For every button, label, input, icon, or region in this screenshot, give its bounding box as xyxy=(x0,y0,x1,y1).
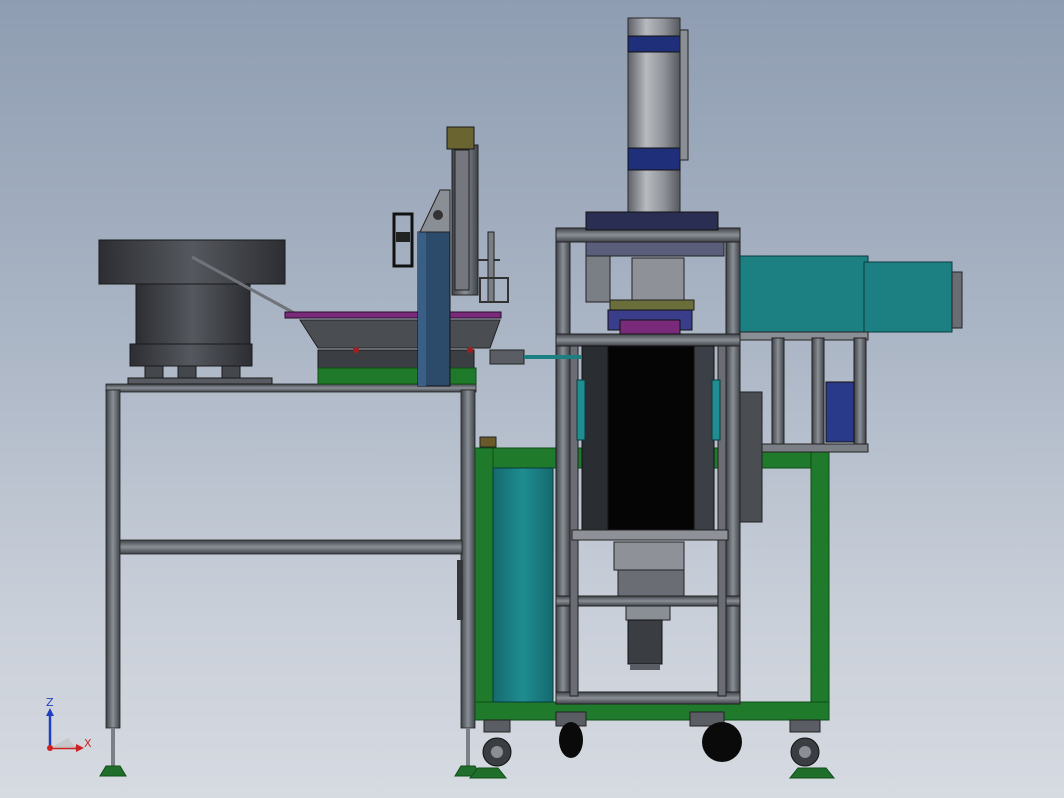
machine-assembly-model[interactable] xyxy=(0,0,1064,798)
press-cylinder xyxy=(585,17,725,257)
axis-x-label: X xyxy=(84,737,92,750)
casters xyxy=(468,711,836,779)
cad-viewport[interactable]: Z X xyxy=(0,0,1064,798)
central-feeding-column xyxy=(571,345,729,541)
vibratory-bowl-feeder xyxy=(98,239,297,385)
left-feeder-table xyxy=(99,383,482,777)
linear-feeder-track xyxy=(284,311,502,385)
axis-triad: Z X xyxy=(40,696,100,756)
axis-z-label: Z xyxy=(46,696,54,709)
right-side-module xyxy=(739,255,963,523)
press-head xyxy=(585,255,695,335)
